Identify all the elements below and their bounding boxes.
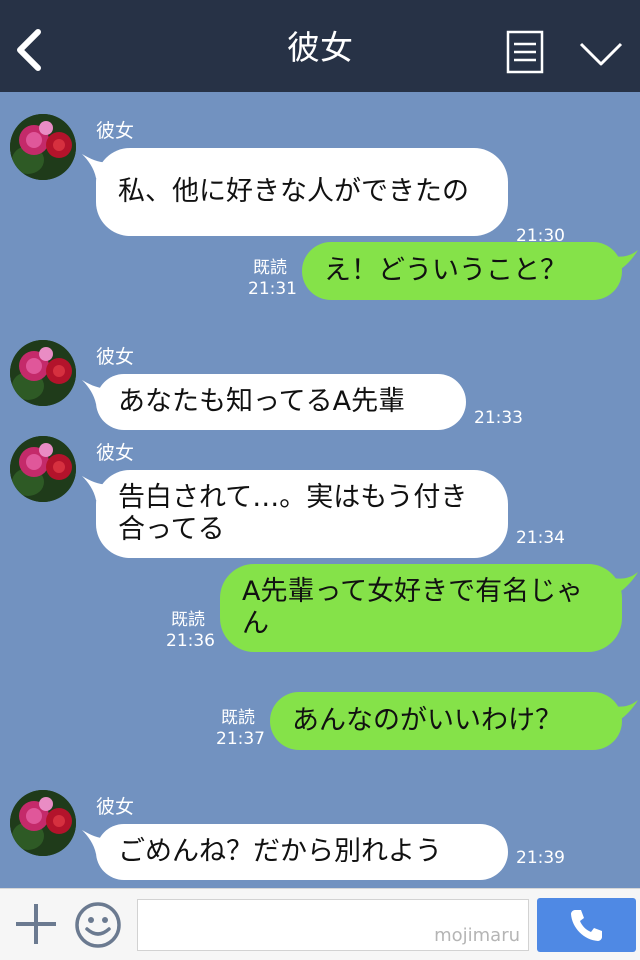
plus-icon[interactable]	[14, 902, 58, 946]
read-label: 既読	[221, 708, 255, 728]
message-list[interactable]: 彼女 私、他に好きな人ができたの 21:30 既読 21:31 え！どういうこと…	[0, 92, 640, 888]
message-time: 21:31	[248, 279, 297, 299]
message-bubble[interactable]: あんなのがいいわけ？	[270, 692, 622, 750]
read-receipt: 既読 21:31	[248, 258, 297, 300]
chat-header: 彼女	[0, 0, 640, 92]
read-receipt: 既読 21:36	[166, 610, 215, 652]
bubble-tail	[606, 700, 638, 722]
message-bubble[interactable]: 告白されて…。実はもう付き合ってる	[96, 470, 508, 558]
watermark: mojimaru	[434, 925, 520, 946]
message-time: 21:37	[216, 729, 265, 749]
call-button[interactable]	[537, 898, 636, 952]
sender-name: 彼女	[96, 442, 135, 464]
phone-icon	[571, 910, 602, 941]
bubble-tail	[606, 572, 638, 594]
bubble-tail	[606, 250, 638, 272]
notes-icon[interactable]	[506, 30, 544, 74]
avatar[interactable]	[10, 114, 76, 180]
message-time: 21:33	[474, 408, 523, 428]
read-label: 既読	[253, 258, 287, 278]
read-label: 既読	[171, 610, 205, 630]
message-bubble[interactable]: あなたも知ってるA先輩	[96, 374, 466, 430]
avatar[interactable]	[10, 436, 76, 502]
sender-name: 彼女	[96, 120, 135, 142]
avatar[interactable]	[10, 340, 76, 406]
message-bubble[interactable]: ごめんね？だから別れよう	[96, 824, 508, 880]
smiley-icon[interactable]	[74, 901, 122, 949]
message-time: 21:36	[166, 631, 215, 651]
message-bubble[interactable]: え！どういうこと？	[302, 242, 622, 300]
read-receipt: 既読 21:37	[216, 708, 265, 750]
avatar[interactable]	[10, 790, 76, 856]
chat-title: 彼女	[287, 28, 353, 67]
message-time: 21:34	[516, 528, 565, 548]
message-bubble[interactable]: 私、他に好きな人ができたの	[96, 148, 508, 236]
input-bar: mojimaru	[0, 888, 640, 960]
message-bubble[interactable]: A先輩って女好きで有名じゃん	[220, 564, 622, 652]
message-input[interactable]: mojimaru	[137, 899, 529, 951]
sender-name: 彼女	[96, 796, 135, 818]
chevron-down-icon[interactable]	[578, 40, 624, 68]
sender-name: 彼女	[96, 346, 135, 368]
message-time: 21:39	[516, 848, 565, 868]
